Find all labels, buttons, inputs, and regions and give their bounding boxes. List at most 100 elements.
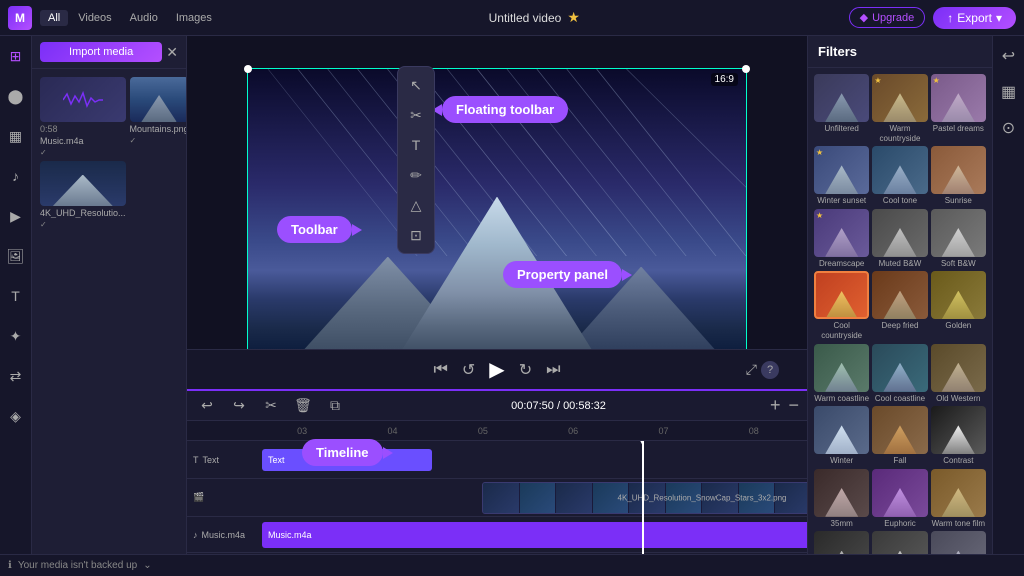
filter-label: Cool countryside	[814, 321, 869, 340]
media-item[interactable]: 4K_UHD_Resolutio... ✓	[40, 161, 126, 229]
tab-audio[interactable]: Audio	[122, 10, 166, 26]
filter-item-bw1[interactable]: Black & white 1	[872, 531, 927, 554]
sidebar-icon-brand-kit[interactable]: ◈	[4, 404, 28, 428]
filter-label: Dreamscape	[814, 259, 869, 269]
filter-label: Warm countryside	[872, 124, 927, 143]
media-item[interactable]: Mountains.png ✓	[130, 77, 186, 157]
sidebar-icon-media[interactable]: ⊞	[4, 44, 28, 68]
top-bar: M All Videos Audio Images Untitled video…	[0, 0, 1024, 36]
back-button[interactable]: ↺	[462, 360, 475, 380]
media-panel-close-icon[interactable]: ✕	[166, 44, 178, 61]
sidebar-icon-templates[interactable]: ▦	[4, 124, 28, 148]
filter-thumb	[814, 406, 869, 454]
play-button[interactable]: ▶	[489, 357, 504, 382]
forward-button[interactable]: ↻	[519, 360, 532, 380]
tl-zoom-out-button[interactable]: −	[788, 395, 799, 416]
tl-add-button[interactable]: +	[770, 395, 781, 416]
canvas-handle-tr[interactable]	[742, 65, 750, 73]
floating-toolbar-pen[interactable]: ✏	[402, 161, 430, 189]
tl-undo-button[interactable]: ↩	[195, 394, 219, 418]
tl-cut-button[interactable]: ✂	[259, 394, 283, 418]
expand-icon[interactable]: ⤢	[746, 361, 757, 378]
sidebar-icon-text[interactable]: T	[4, 284, 28, 308]
filter-item-deep-fried[interactable]: Deep fried	[872, 271, 927, 340]
sidebar-icon-transitions[interactable]: ⇄	[4, 364, 28, 388]
filter-item-cool-countryside[interactable]: Cool countryside	[814, 271, 869, 340]
skip-button[interactable]: ⏭	[546, 361, 560, 379]
filter-item-unfiltered[interactable]: Unfiltered	[814, 74, 869, 143]
tl-delete-button[interactable]: 🗑	[291, 394, 315, 418]
playback-bar: ⏮ ↺ ▶ ↻ ⏭ ⤢ ?	[187, 349, 807, 389]
filter-item-pastel-dreams[interactable]: ★ Pastel dreams	[931, 74, 986, 143]
tab-videos[interactable]: Videos	[70, 10, 119, 26]
filter-item-warm-tone-film[interactable]: Warm tone film	[931, 469, 986, 529]
canvas-handle-tl[interactable]	[244, 65, 252, 73]
filter-item-euphoric[interactable]: Euphoric	[872, 469, 927, 529]
media-item[interactable]: 0:58 Music.m4a ✓	[40, 77, 126, 157]
filter-item-cool-tone[interactable]: Cool tone	[872, 146, 927, 206]
filter-item-golden[interactable]: Golden	[931, 271, 986, 340]
timeline: Timeline ↩ ↪ ✂ 🗑 ⧉ 00:07:50 / 00:58:32 +…	[187, 389, 807, 554]
filter-item-muted[interactable]: Muted	[931, 531, 986, 554]
floating-toolbar-shape[interactable]: △	[402, 191, 430, 219]
filter-thumb	[872, 531, 927, 554]
filter-thumb	[872, 271, 927, 319]
filters-header: Filters	[808, 36, 992, 68]
filter-item-35mm[interactable]: 35mm	[814, 469, 869, 529]
ruler-mark: 08	[709, 426, 799, 436]
filter-item-fall[interactable]: Fall	[872, 406, 927, 466]
right-icon-adjust[interactable]: ⊙	[997, 116, 1021, 140]
tl-track-label-text: T Text	[187, 455, 257, 465]
top-tabs: All Videos Audio Images	[40, 10, 220, 26]
filter-item-contrast[interactable]: Contrast	[931, 406, 986, 466]
filter-thumb	[872, 344, 927, 392]
floating-toolbar-text[interactable]: T	[402, 131, 430, 159]
rewind-button[interactable]: ⏮	[433, 361, 447, 379]
sidebar-icon-stock-images[interactable]: 🖼	[4, 244, 28, 268]
sidebar-icon-record[interactable]: ⬤	[4, 84, 28, 108]
filter-item-winter[interactable]: Winter	[814, 406, 869, 466]
tl-playhead[interactable]	[642, 441, 644, 554]
filter-item-sunrise[interactable]: Sunrise	[931, 146, 986, 206]
status-chevron-icon[interactable]: ⌄	[143, 560, 151, 571]
filter-label: Cool coastline	[872, 394, 927, 404]
filter-item-old-western[interactable]: Old Western	[931, 344, 986, 404]
upgrade-button[interactable]: ◆ Upgrade	[849, 7, 926, 28]
filter-thumb	[931, 531, 986, 554]
tl-clip-audio[interactable]: Music.m4a	[262, 522, 807, 548]
status-text: Your media isn't backed up	[18, 560, 137, 571]
filter-item-warm-countryside[interactable]: ★ Warm countryside	[872, 74, 927, 143]
property-panel-label: Property panel	[503, 261, 622, 288]
filter-item-soft-bw[interactable]: Soft B&W	[931, 209, 986, 269]
export-chevron-icon: ▾	[996, 11, 1002, 25]
floating-toolbar-select[interactable]: ↖	[402, 71, 430, 99]
filter-item-dreamscape[interactable]: ★ Dreamscape	[814, 209, 869, 269]
floating-toolbar-crop[interactable]: ⊡	[402, 221, 430, 249]
tl-redo-button[interactable]: ↪	[227, 394, 251, 418]
timeline-ruler: 03 04 05 06 07 08	[187, 421, 807, 441]
media-thumb-video	[40, 161, 126, 206]
floating-toolbar-cut[interactable]: ✂	[402, 101, 430, 129]
filter-item-winter-sunset[interactable]: ★ Winter sunset	[814, 146, 869, 206]
favorite-icon[interactable]: ★	[567, 9, 580, 26]
ruler-mark: 03	[257, 426, 347, 436]
tab-images[interactable]: Images	[168, 10, 220, 26]
filter-item-warm-coastline[interactable]: Warm coastline	[814, 344, 869, 404]
import-media-button[interactable]: Import media	[40, 42, 162, 62]
right-icon-filters[interactable]: ▦	[997, 80, 1021, 104]
media-check: ✓	[40, 220, 126, 229]
sidebar-icon-music[interactable]: ♪	[4, 164, 28, 188]
export-button[interactable]: ↑ Export ▾	[933, 7, 1016, 29]
tl-duplicate-button[interactable]: ⧉	[323, 394, 347, 418]
filter-label: Winter sunset	[814, 196, 869, 206]
help-button[interactable]: ?	[761, 361, 779, 379]
tab-all[interactable]: All	[40, 10, 68, 26]
tl-clip-video[interactable]: 4K_UHD_Resolution_SnowCap_Stars_3x2.png	[482, 482, 807, 514]
video-title: Untitled video	[489, 11, 562, 25]
sidebar-icon-graphics[interactable]: ✦	[4, 324, 28, 348]
filter-item-muted-bw[interactable]: Muted B&W	[872, 209, 927, 269]
filter-item-cool-coastline[interactable]: Cool coastline	[872, 344, 927, 404]
right-icon-undo[interactable]: ↩	[997, 44, 1021, 68]
sidebar-icon-stock-video[interactable]: ▶	[4, 204, 28, 228]
filter-item-bw2[interactable]: Black & white 2	[814, 531, 869, 554]
